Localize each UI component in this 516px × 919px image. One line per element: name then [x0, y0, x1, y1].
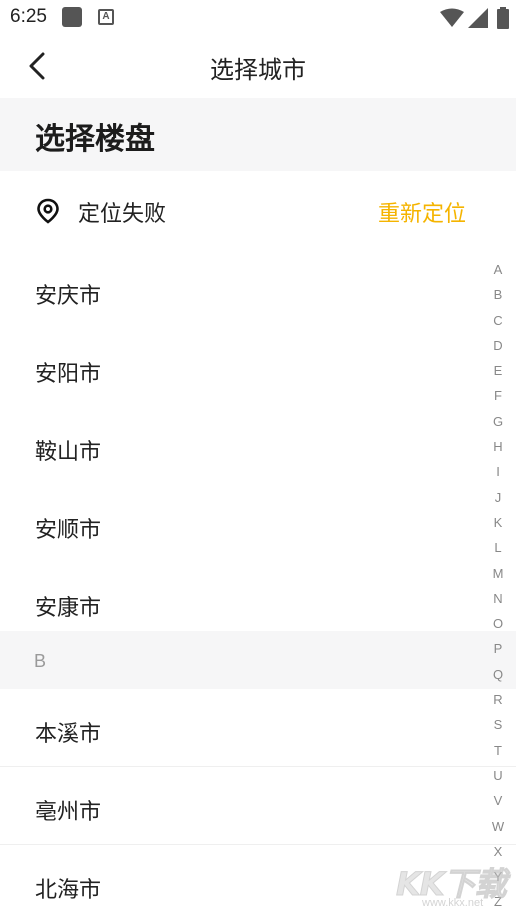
city-name: 北海市	[35, 878, 102, 903]
city-list-a: 安庆市 安阳市 鞍山市 安顺市 安康市	[0, 251, 516, 641]
city-name: 亳州市	[35, 800, 102, 825]
alphabet-index-letter[interactable]: H	[490, 438, 506, 463]
a-badge-icon: A	[98, 9, 114, 25]
location-row: 定位失败 重新定位	[0, 171, 516, 251]
alphabet-index-letter[interactable]: V	[490, 792, 506, 817]
relocate-button[interactable]: 重新定位	[378, 196, 466, 228]
city-item[interactable]: 安顺市	[0, 485, 516, 563]
alphabet-index-letter[interactable]: F	[490, 387, 506, 412]
alphabet-index-letter[interactable]: N	[490, 590, 506, 615]
city-item[interactable]: 亳州市	[0, 767, 516, 845]
city-item[interactable]: 安康市	[0, 563, 516, 641]
alphabet-index-letter[interactable]: R	[490, 691, 506, 716]
alphabet-index-letter[interactable]: O	[490, 615, 506, 640]
alphabet-index-letter[interactable]: E	[490, 362, 506, 387]
city-item[interactable]: 安阳市	[0, 329, 516, 407]
alphabet-index[interactable]: ABCDEFGHIJKLMNOPQRSTUVWXYZ	[490, 261, 506, 919]
status-bar: 6:25 A	[0, 0, 516, 34]
section-title: 选择楼盘	[35, 122, 155, 157]
battery-icon	[497, 7, 509, 29]
alphabet-index-letter[interactable]: J	[490, 489, 506, 514]
signal-icon	[468, 8, 488, 28]
wifi-icon	[440, 8, 464, 27]
alphabet-index-letter[interactable]: D	[490, 337, 506, 362]
location-pin-icon	[37, 198, 59, 224]
alphabet-index-letter[interactable]: B	[490, 286, 506, 311]
letter-header-b: B	[0, 631, 516, 689]
letter-header-label: B	[34, 651, 47, 671]
watermark-url: www.kkx.net	[422, 897, 484, 909]
city-name: 鞍山市	[35, 440, 102, 465]
city-item[interactable]: 本溪市	[0, 689, 516, 767]
status-time: 6:25	[10, 6, 47, 27]
header: 选择城市	[0, 34, 516, 98]
page-title: 选择城市	[210, 56, 306, 84]
alphabet-index-letter[interactable]: S	[490, 716, 506, 741]
alphabet-index-letter[interactable]: L	[490, 539, 506, 564]
alphabet-index-letter[interactable]: Q	[490, 666, 506, 691]
app-notification-icon	[62, 7, 82, 27]
section-title-bar: 选择楼盘	[0, 98, 516, 171]
city-item[interactable]: 鞍山市	[0, 407, 516, 485]
alphabet-index-letter[interactable]: P	[490, 640, 506, 665]
alphabet-index-letter[interactable]: I	[490, 463, 506, 488]
alphabet-index-letter[interactable]: T	[490, 742, 506, 767]
alphabet-index-letter[interactable]: M	[490, 565, 506, 590]
alphabet-index-letter[interactable]: W	[490, 818, 506, 843]
city-item[interactable]: 安庆市	[0, 251, 516, 329]
alphabet-index-letter[interactable]: C	[490, 312, 506, 337]
city-name: 安阳市	[35, 362, 102, 387]
alphabet-index-letter[interactable]: K	[490, 514, 506, 539]
watermark: KK下载 www.kkx.net	[392, 857, 510, 917]
city-name: 安顺市	[35, 518, 102, 543]
location-status: 定位失败	[78, 202, 167, 227]
city-name: 本溪市	[35, 722, 102, 747]
city-name: 安庆市	[35, 284, 102, 309]
city-name: 安康市	[35, 596, 102, 621]
alphabet-index-letter[interactable]: A	[490, 261, 506, 286]
alphabet-index-letter[interactable]: G	[490, 413, 506, 438]
alphabet-index-letter[interactable]: U	[490, 767, 506, 792]
